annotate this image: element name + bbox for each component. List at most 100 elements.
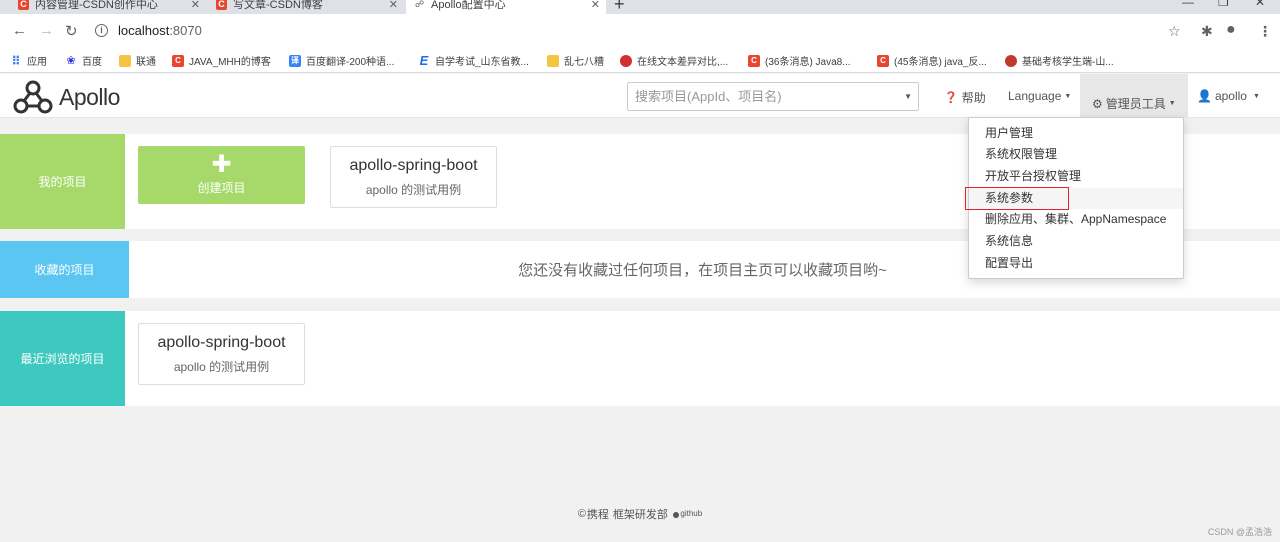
diff-icon: [620, 54, 632, 67]
tab-label: 写文章-CSDN博客: [233, 0, 323, 11]
bookmark-label: 联通: [136, 57, 156, 68]
user-dropdown[interactable]: 👤 apollo ▼: [1197, 89, 1260, 103]
bookmark-label: 百度: [82, 57, 102, 68]
new-tab-icon[interactable]: +: [614, 0, 625, 14]
chevron-down-icon[interactable]: ▼: [904, 92, 912, 101]
browser-tab-active[interactable]: ☍ Apollo配置中心 ✕: [406, 0, 606, 14]
footer-company: 携程: [586, 508, 609, 521]
site-info-icon[interactable]: i: [95, 24, 108, 37]
reload-icon[interactable]: ↻: [65, 22, 78, 40]
caret-down-icon: ▼: [1064, 92, 1072, 100]
admin-tools-dropdown[interactable]: ⚙ 管理员工具 ▼: [1080, 74, 1188, 118]
bookmark-school[interactable]: 基础考核学生端-山...: [1005, 53, 1114, 68]
bookmark-label: 在线文本差异对比,...: [637, 57, 729, 68]
menu-item-open-platform-auth[interactable]: 开放平台授权管理: [969, 166, 1183, 187]
gear-icon: ⚙: [1092, 96, 1103, 111]
browser-tab[interactable]: C 内容管理-CSDN创作中心 ✕: [10, 0, 206, 14]
project-card[interactable]: apollo-spring-boot apollo 的测试用例: [330, 146, 497, 208]
baidu-icon: ❀: [66, 54, 76, 67]
browser-tab[interactable]: C 写文章-CSDN博客 ✕: [208, 0, 404, 14]
restore-icon[interactable]: ❐: [1218, 0, 1229, 9]
url-port: :8070: [169, 23, 202, 38]
more-menu-icon[interactable]: ⋮: [1258, 23, 1272, 40]
apollo-logo-icon: [13, 80, 53, 114]
menu-item-system-permissions[interactable]: 系统权限管理: [969, 144, 1183, 165]
close-icon[interactable]: ✕: [191, 0, 200, 11]
url-field[interactable]: i localhost:8070: [95, 23, 202, 38]
csdn-favicon-icon: C: [18, 0, 29, 10]
copyright-icon: ©: [577, 507, 586, 520]
exam-icon: E: [419, 52, 429, 68]
apollo-page: Apollo ▼ ❓ 帮助 Language ▼ ⚙ 管理员工具 ▼ 👤 apo…: [0, 74, 1280, 542]
menu-item-user-management[interactable]: 用户管理: [969, 123, 1183, 144]
github-icon[interactable]: ●: [672, 506, 680, 522]
watermark: CSDN @孟浩浩: [1207, 527, 1272, 537]
minimize-icon[interactable]: —: [1182, 0, 1194, 9]
csdn-icon: C: [748, 54, 760, 67]
menu-item-system-info[interactable]: 系统信息: [969, 231, 1183, 252]
bookmark-apps[interactable]: ⠿ 应用: [10, 53, 47, 69]
project-card[interactable]: apollo-spring-boot apollo 的测试用例: [138, 323, 305, 385]
csdn-icon: C: [172, 54, 184, 67]
apollo-favicon-icon: ☍: [414, 0, 425, 9]
bookmark-csdn[interactable]: C (45条消息) java_反...: [877, 53, 987, 68]
bookmark-csdn[interactable]: C (36条消息) Java8...: [748, 53, 851, 68]
admin-tools-label: 管理员工具: [1105, 97, 1166, 111]
tab-label: 内容管理-CSDN创作中心: [35, 0, 158, 11]
bookmark-folder[interactable]: 乱七八糟: [547, 53, 604, 68]
close-icon[interactable]: ✕: [389, 0, 398, 11]
recent-projects-label: 最近浏览的项目: [0, 311, 125, 406]
create-project-label: 创建项目: [197, 180, 246, 195]
question-circle-icon: ❓: [944, 92, 958, 104]
bookmark-baidu[interactable]: ❀ 百度: [65, 53, 102, 69]
bookmark-label: (45条消息) java_反...: [894, 57, 987, 68]
create-project-button[interactable]: ✚ 创建项目: [138, 146, 305, 204]
browser-tab-bar: C 内容管理-CSDN创作中心 ✕ C 写文章-CSDN博客 ✕ ☍ Apoll…: [0, 0, 1280, 14]
school-icon: [1005, 54, 1017, 67]
project-name: apollo-spring-boot: [157, 333, 286, 351]
bookmark-label: 乱七八糟: [564, 57, 604, 68]
bookmark-label: 应用: [27, 57, 47, 68]
user-icon: 👤: [1197, 89, 1212, 103]
folder-icon: [119, 54, 131, 67]
tab-label: Apollo配置中心: [431, 0, 506, 11]
my-projects-label: 我的项目: [0, 134, 125, 229]
project-desc: apollo 的测试用例: [365, 182, 462, 197]
page-footer: © 携程 框架研发部 ● github: [0, 485, 1280, 542]
github-link[interactable]: github: [680, 509, 702, 518]
caret-down-icon: ▼: [1168, 100, 1176, 107]
apps-icon: ⠿: [11, 53, 21, 68]
search-input[interactable]: [635, 83, 895, 109]
menu-item-delete-app[interactable]: 删除应用、集群、AppNamespace: [969, 209, 1183, 230]
recent-projects-section: 最近浏览的项目 apollo-spring-boot apollo 的测试用例: [0, 311, 1280, 406]
bookmark-diff[interactable]: 在线文本差异对比,...: [620, 53, 728, 68]
bookmark-fanyi[interactable]: 译 百度翻译-200种语...: [289, 53, 394, 68]
back-icon[interactable]: ←: [12, 22, 27, 39]
profile-icon[interactable]: ●: [1226, 21, 1236, 39]
project-desc: apollo 的测试用例: [173, 359, 270, 374]
help-link[interactable]: ❓ 帮助: [944, 89, 986, 106]
extensions-icon[interactable]: ✱: [1201, 23, 1213, 40]
bookmark-csdn[interactable]: C JAVA_MHH的博客: [172, 53, 271, 68]
bookmark-label: 自学考试_山东省教...: [435, 57, 529, 68]
highlight-box: [965, 187, 1069, 210]
language-label: Language: [1008, 89, 1062, 103]
menu-item-config-export[interactable]: 配置导出: [969, 253, 1183, 274]
window-close-icon[interactable]: ✕: [1255, 0, 1265, 9]
menu-item-system-params[interactable]: 系统参数: [965, 187, 1183, 210]
close-icon[interactable]: ✕: [591, 0, 600, 11]
project-search-select[interactable]: ▼: [627, 82, 919, 111]
project-name: apollo-spring-boot: [349, 156, 478, 174]
top-navbar: Apollo ▼ ❓ 帮助 Language ▼ ⚙ 管理员工具 ▼ 👤 apo…: [0, 74, 1280, 118]
csdn-favicon-icon: C: [216, 0, 227, 10]
caret-down-icon: ▼: [1252, 92, 1260, 100]
bookmark-star-icon[interactable]: ☆: [1168, 23, 1181, 40]
bookmarks-bar: ⠿ 应用 ❀ 百度 联通 C JAVA_MHH的博客 译 百度翻译-200种语.…: [0, 48, 1280, 73]
apollo-logo[interactable]: Apollo: [12, 79, 120, 115]
username-label: apollo: [1214, 89, 1247, 103]
csdn-icon: C: [877, 54, 889, 67]
forward-icon[interactable]: →: [39, 22, 54, 39]
bookmark-exam[interactable]: E 自学考试_山东省教...: [418, 52, 529, 69]
bookmark-folder[interactable]: 联通: [119, 53, 156, 68]
language-dropdown[interactable]: Language ▼: [1008, 89, 1071, 103]
